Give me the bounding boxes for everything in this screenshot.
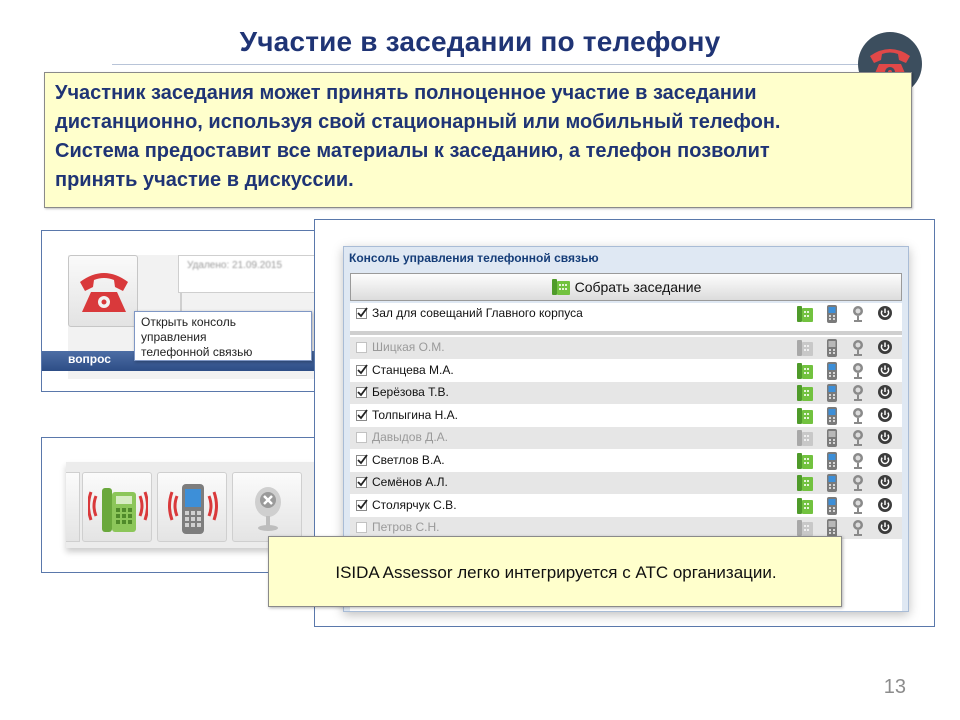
participant-name: Толпыгина Н.А. bbox=[372, 407, 458, 422]
power-icon[interactable] bbox=[877, 497, 893, 518]
partial-button bbox=[66, 472, 80, 542]
mobile-phone-ringing-icon bbox=[168, 484, 218, 534]
note-callout: ISIDA Assessor легко интегрируется с АТС… bbox=[268, 536, 842, 607]
list-separator bbox=[350, 331, 902, 335]
open-phone-console-button[interactable] bbox=[68, 255, 138, 327]
participant-name: Петров С.Н. bbox=[372, 520, 440, 534]
desk-phone-icon[interactable] bbox=[796, 305, 814, 328]
desk-phone-call-button[interactable] bbox=[82, 472, 152, 542]
participant-name: Светлов В.А. bbox=[372, 452, 445, 467]
participant-checkbox[interactable] bbox=[356, 363, 368, 376]
power-icon[interactable] bbox=[877, 362, 893, 383]
power-icon[interactable] bbox=[877, 429, 893, 450]
power-icon[interactable] bbox=[877, 407, 893, 428]
participant-name: Станцева М.А. bbox=[372, 362, 454, 377]
participant-row: Столярчук С.В. bbox=[350, 495, 902, 517]
power-icon[interactable] bbox=[877, 339, 893, 360]
title-divider bbox=[112, 64, 864, 65]
desk-phone-ringing-icon bbox=[88, 488, 148, 532]
tooltip: Открыть консоль управления телефонной св… bbox=[134, 311, 312, 361]
blurred-field-text: Удалено: 21.09.2015 bbox=[187, 260, 283, 271]
participant-name: Столярчук С.В. bbox=[372, 497, 457, 512]
participant-row: Давыдов Д.А. bbox=[350, 427, 902, 449]
intro-callout: Участник заседания может принять полноце… bbox=[44, 72, 912, 208]
microphone-icon[interactable] bbox=[851, 519, 865, 542]
microphone-mute-button[interactable] bbox=[232, 472, 302, 542]
intro-text: Участник заседания может принять полноце… bbox=[55, 82, 781, 191]
participant-checkbox[interactable] bbox=[356, 453, 368, 466]
participant-row: Семёнов А.Л. bbox=[350, 472, 902, 494]
participant-name: Шицкая О.М. bbox=[372, 340, 445, 354]
participant-checkbox[interactable] bbox=[356, 432, 367, 443]
participant-checkbox[interactable] bbox=[356, 307, 368, 319]
participant-row: Толпыгина Н.А. bbox=[350, 405, 902, 427]
note-text: ISIDA Assessor легко интегрируется с АТС… bbox=[335, 562, 777, 582]
bar-label: вопрос bbox=[68, 352, 111, 366]
microphone-icon[interactable] bbox=[851, 305, 865, 328]
power-icon[interactable] bbox=[877, 474, 893, 495]
slide-title: Участие в заседании по телефону bbox=[239, 26, 721, 57]
participant-name: Зал для совещаний Главного корпуса bbox=[372, 306, 583, 320]
participant-checkbox[interactable] bbox=[356, 522, 367, 533]
power-icon[interactable] bbox=[877, 384, 893, 405]
screenshot-console-button: Удалено: 21.09.2015 вопрос Открыть консо… bbox=[41, 230, 337, 392]
participant-row: Шицкая О.М. bbox=[350, 337, 902, 359]
participant-name: Берёзова Т.В. bbox=[372, 385, 449, 399]
microphone-muted-icon bbox=[255, 487, 281, 531]
page-number: 13 bbox=[883, 676, 906, 698]
collect-meeting-label: Собрать заседание bbox=[574, 279, 702, 295]
hall-row: Зал для совещаний Главного корпуса bbox=[350, 303, 902, 325]
participant-checkbox[interactable] bbox=[356, 476, 368, 488]
participant-checkbox[interactable] bbox=[356, 386, 368, 398]
participant-name: Давыдов Д.А. bbox=[372, 430, 448, 444]
mobile-phone-icon[interactable] bbox=[826, 305, 838, 328]
participant-row: Станцева М.А. bbox=[350, 360, 902, 382]
desk-phone-icon bbox=[551, 279, 570, 295]
participant-row: Берёзова Т.В. bbox=[350, 382, 902, 404]
participant-row: Светлов В.А. bbox=[350, 450, 902, 472]
mobile-phone-call-button[interactable] bbox=[157, 472, 227, 542]
participant-checkbox[interactable] bbox=[356, 342, 367, 353]
power-icon[interactable] bbox=[877, 452, 893, 473]
red-phone-icon bbox=[80, 273, 128, 312]
console-title: Консоль управления телефонной связью bbox=[349, 251, 599, 265]
collect-meeting-button[interactable]: Собрать заседание bbox=[350, 273, 902, 301]
power-icon[interactable] bbox=[877, 519, 893, 540]
power-icon[interactable] bbox=[877, 305, 893, 326]
participant-checkbox[interactable] bbox=[356, 408, 368, 421]
participant-name: Семёнов А.Л. bbox=[372, 475, 448, 489]
participant-checkbox[interactable] bbox=[356, 498, 368, 511]
